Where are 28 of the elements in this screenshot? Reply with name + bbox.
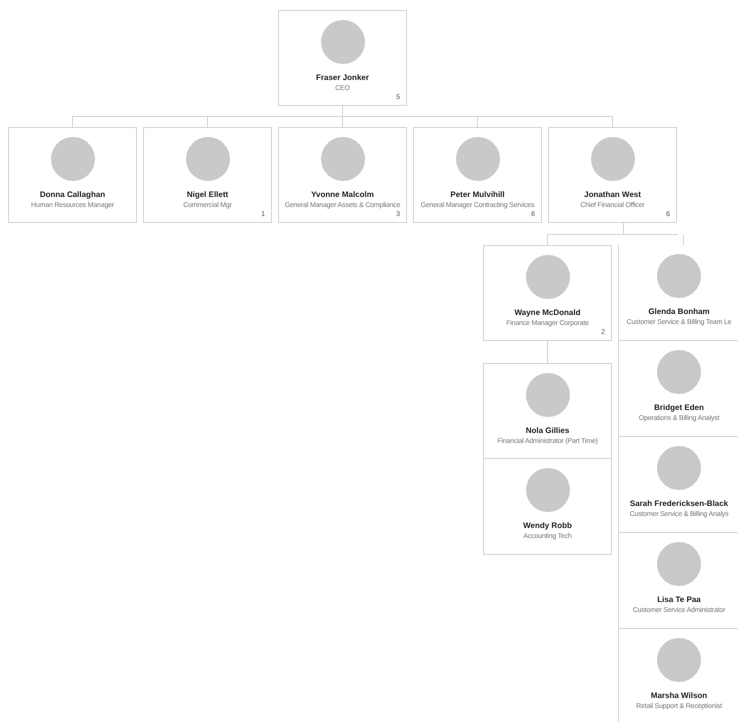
person-name: Wayne McDonald (514, 308, 580, 317)
avatar (186, 137, 230, 181)
avatar (526, 373, 570, 417)
avatar (590, 137, 634, 181)
person-name: Lisa Te Paa (657, 595, 701, 604)
person-name: Fraser Jonker (316, 73, 369, 82)
avatar (657, 446, 701, 490)
avatar (456, 137, 500, 181)
person-name: Marsha Wilson (650, 691, 708, 700)
person-name: Nigel Ellett (186, 190, 228, 199)
person-name: Sarah Fredericksen-Black (630, 499, 728, 508)
person-name: Wendy Robb (523, 521, 572, 530)
person-name: Jonathan West (584, 190, 641, 199)
avatar (657, 254, 701, 298)
person-name: Nola Gillies (526, 426, 570, 435)
avatar (50, 137, 94, 181)
avatar (657, 542, 701, 586)
avatar (320, 137, 364, 181)
person-name: Glenda Bonham (648, 307, 710, 316)
avatar (657, 350, 701, 394)
avatar (320, 20, 364, 64)
avatar (657, 638, 701, 682)
person-name: Bridget Eden (654, 403, 704, 412)
person-name: Peter Mulvihill (450, 190, 505, 199)
avatar (526, 468, 570, 512)
avatar (526, 255, 570, 299)
person-name: Yvonne Malcolm (311, 190, 374, 199)
person-name: Donna Callaghan (40, 190, 106, 199)
